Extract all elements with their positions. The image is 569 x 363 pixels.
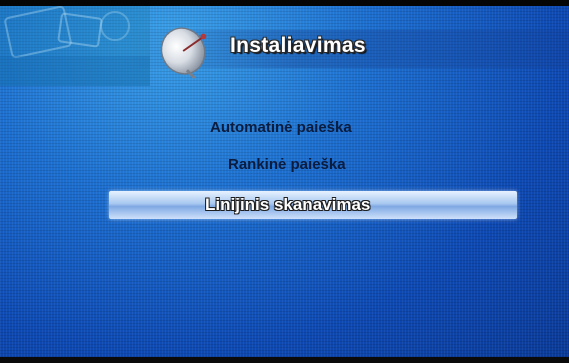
page-title: Instaliavimas (230, 34, 366, 57)
satellite-dish-icon (160, 27, 207, 80)
tv-bezel-bottom (0, 357, 569, 363)
menu-item-manual-search[interactable]: Rankinė paieška (228, 156, 346, 173)
tv-menu-screen: Instaliavimas Automatinė paieška Rankinė… (0, 6, 569, 357)
menu-item-linear-scan[interactable]: Linijinis skanavimas (205, 195, 370, 215)
menu-item-automatic-search[interactable]: Automatinė paieška (210, 119, 352, 136)
